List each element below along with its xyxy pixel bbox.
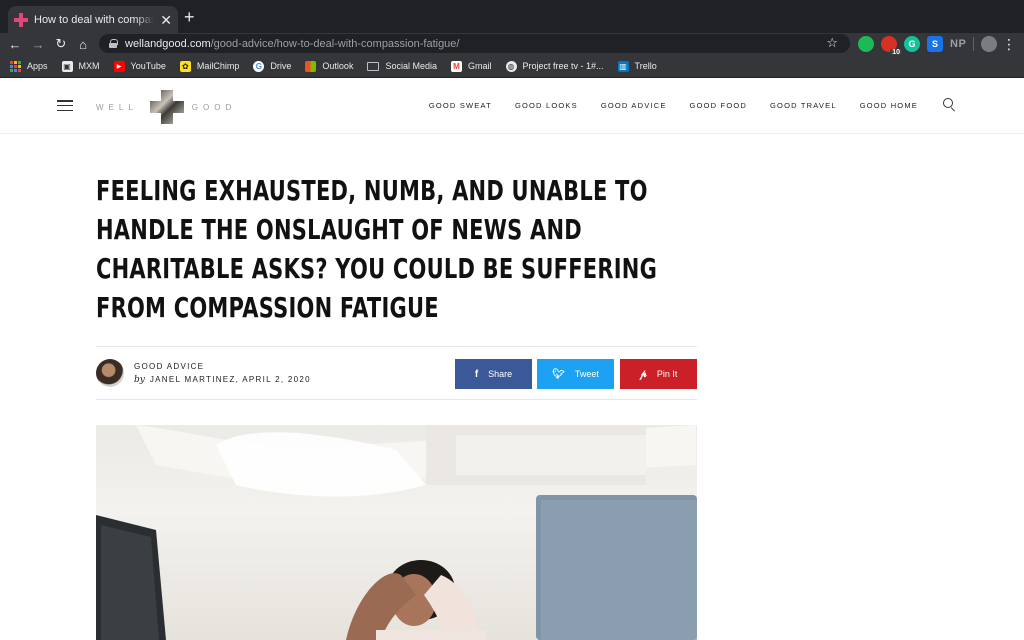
bookmark-label: Trello [634,61,657,71]
headline-line: HANDLE THE ONSLAUGHT OF NEWS AND [96,213,582,246]
bookmark-label: YouTube [130,61,166,71]
notification-extension-icon[interactable]: 10 [881,36,902,56]
bookmark-outlook[interactable]: Outlook [305,60,354,72]
article-category[interactable]: GOOD ADVICE [134,362,204,371]
logo-word-left: WELL [96,102,138,112]
nav-good-advice[interactable]: GOOD ADVICE [601,101,667,110]
apps-grid-icon [10,60,21,72]
bookmark-label: Project free tv - 1#... [522,61,604,71]
author-and-date[interactable]: JANEL MARTINEZ, APRIL 2, 2020 [150,375,311,384]
bookmark-drive[interactable]: G Drive [253,60,292,72]
pin-label: Pin It [656,369,678,379]
home-icon[interactable]: ⌂ [73,33,93,55]
pinterest-icon: 𝓅 [639,368,647,380]
tweet-label: Tweet [574,369,599,379]
site-nav: GOOD SWEAT GOOD LOOKS GOOD ADVICE GOOD F… [429,101,918,110]
logo-word-right: GOOD [191,102,237,112]
hero-image [96,425,697,640]
nav-good-sweat[interactable]: GOOD SWEAT [429,101,492,110]
new-tab-button[interactable]: + [184,7,195,27]
facebook-share-button[interactable]: f Share [455,359,532,389]
back-icon[interactable]: ← [5,33,25,55]
mailchimp-icon: ✿ [179,60,191,72]
microsoft-icon [305,60,317,72]
site-logo[interactable]: WELL GOOD [96,89,236,125]
forward-icon[interactable]: → [28,33,48,55]
author-avatar[interactable] [96,359,124,387]
bookmark-mailchimp[interactable]: ✿ MailChimp [179,60,240,72]
pinterest-share-button[interactable]: 𝓅 Pin It [620,359,697,389]
lock-icon [109,39,118,48]
site-favicon-icon [14,12,28,27]
bookmark-social-media[interactable]: Social Media [367,61,437,71]
bookmark-trello[interactable]: ▥ Trello [617,60,657,72]
nav-good-food[interactable]: GOOD FOOD [690,101,747,110]
bookmark-label: Gmail [467,61,492,71]
browser-tab[interactable]: How to deal with compassion fatigue ✕ [8,6,178,33]
profile-avatar[interactable] [981,36,998,52]
bookmark-youtube[interactable]: ▶ YouTube [113,60,166,72]
chat-extension-icon[interactable] [858,36,874,52]
bookmark-star-icon[interactable]: ☆ [826,35,838,51]
reload-icon[interactable]: ↻ [51,33,71,55]
share-label: Share [488,369,513,379]
mxm-icon: ▣ [61,60,73,72]
url-path: /good-advice/how-to-deal-with-compassion… [210,37,460,50]
extensions-bar: 10 G S NP [858,36,998,56]
headline-line: FEELING EXHAUSTED, NUMB, AND UNABLE TO [96,174,648,207]
bookmark-gmail[interactable]: M Gmail [450,60,492,72]
gmail-icon: M [450,60,462,72]
nav-good-travel[interactable]: GOOD TRAVEL [770,101,837,110]
trello-icon: ▥ [617,60,629,72]
site-header: WELL GOOD GOOD SWEAT GOOD LOOKS GOOD ADV… [0,79,1024,134]
address-bar[interactable]: wellandgood.com /good-advice/how-to-deal… [99,34,850,53]
google-icon: G [253,60,265,72]
hero-photo-illustration [96,425,697,640]
logo-cross-icon [149,90,184,124]
bookmark-label: Social Media [385,61,437,71]
folder-icon [367,61,380,71]
headline-line: CHARITABLE ASKS? YOU COULD BE SUFFERING [96,252,658,285]
hamburger-menu-icon[interactable] [57,100,73,111]
bookmark-label: Apps [27,61,48,71]
url-host: wellandgood.com [125,37,211,50]
bookmark-label: MailChimp [196,61,240,71]
bookmark-project-free-tv[interactable]: ◍ Project free tv - 1#... [505,60,604,72]
s-extension-icon[interactable]: S [927,36,943,52]
nav-good-home[interactable]: GOOD HOME [860,101,918,110]
byline-by: by [134,375,145,385]
twitter-icon: 🐦︎ [552,368,565,380]
twitter-share-button[interactable]: 🐦︎ Tweet [537,359,614,389]
youtube-icon: ▶ [113,60,125,72]
np-extension-icon[interactable]: NP [950,38,966,50]
close-tab-icon[interactable]: ✕ [160,13,172,27]
bookmark-label: MXM [78,61,100,71]
article-meta: GOOD ADVICE by JANEL MARTINEZ, APRIL 2, … [96,346,697,400]
browser-tabstrip: How to deal with compassion fatigue ✕ + [0,0,1024,33]
grammarly-icon[interactable]: G [904,36,920,52]
article-headline: FEELING EXHAUSTED, NUMB, AND UNABLE TO H… [96,171,696,327]
bookmarks-bar: Apps ▣ MXM ▶ YouTube ✿ MailChimp G Drive… [0,55,1024,78]
globe-icon: ◍ [505,60,517,72]
bookmark-label: Drive [270,61,292,71]
nav-good-looks[interactable]: GOOD LOOKS [515,101,578,110]
search-icon[interactable] [943,98,956,111]
toolbar-divider [973,37,975,51]
headline-line: FROM COMPASSION FATIGUE [96,291,439,324]
bookmark-label: Outlook [322,61,354,71]
byline: by JANEL MARTINEZ, APRIL 2, 2020 [134,375,311,385]
browser-toolbar: ← → ↻ ⌂ wellandgood.com /good-advice/how… [0,33,1024,56]
facebook-icon: f [474,368,479,380]
tab-title: How to deal with compassion fatigue [34,13,155,26]
bookmark-apps[interactable]: Apps [10,60,48,72]
browser-menu-icon[interactable]: ⋮ [1002,33,1016,55]
bookmark-mxm[interactable]: ▣ MXM [61,60,100,72]
